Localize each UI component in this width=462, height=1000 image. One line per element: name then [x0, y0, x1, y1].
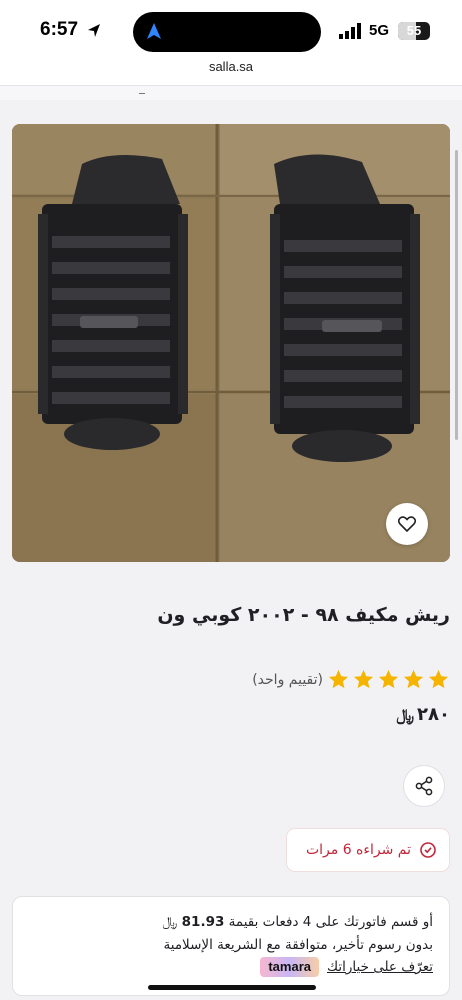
- status-time: 6:57: [40, 19, 79, 40]
- currency-symbol: ﷼: [396, 704, 415, 724]
- price-value: ٢٨٠: [417, 704, 450, 725]
- battery-indicator: 55: [398, 22, 430, 40]
- tamara-logo: tamara: [260, 957, 319, 977]
- learn-more-link[interactable]: تعرّف على خياراتك: [327, 959, 433, 975]
- star-icon: [403, 669, 424, 689]
- installments-learn-row: تعرّف على خياراتك tamara: [29, 957, 433, 977]
- heart-icon: [398, 516, 416, 532]
- star-icon: [353, 669, 374, 689]
- network-type: 5G: [369, 22, 390, 39]
- star-icon: [328, 669, 349, 689]
- share-icon: [415, 776, 433, 796]
- badge-icon: [420, 842, 436, 858]
- rating-count: (تقييم واحد): [252, 671, 323, 688]
- product-rating[interactable]: (تقييم واحد): [252, 668, 450, 691]
- battery-percent: 55: [406, 23, 422, 38]
- product-photo: [12, 124, 450, 562]
- installments-box: أو قسم فاتورتك على 4 دفعات بقيمة 81.93 ﷼…: [12, 896, 450, 996]
- share-button[interactable]: [403, 765, 445, 807]
- header-mark: [139, 93, 145, 96]
- installments-prefix: أو قسم فاتورتك على 4 دفعات بقيمة: [228, 914, 433, 930]
- home-indicator: [148, 985, 316, 990]
- installments-line-2: بدون رسوم تأخير، متوافقة مع الشريعة الإس…: [163, 937, 433, 953]
- url-bar[interactable]: salla.sa: [0, 56, 462, 86]
- installment-amount: 81.93: [181, 914, 225, 930]
- header-separator: [0, 86, 462, 100]
- product-image[interactable]: [12, 124, 450, 562]
- signal-icon: [339, 23, 361, 39]
- rating-stars: [327, 668, 450, 691]
- location-arrow-icon: [88, 24, 100, 37]
- sold-count-text: تم شراءه 6 مرات: [305, 842, 411, 858]
- sold-count-badge: تم شراءه 6 مرات: [287, 829, 449, 871]
- star-icon: [378, 669, 399, 689]
- url-text: salla.sa: [208, 59, 254, 74]
- favorite-button[interactable]: [386, 503, 428, 545]
- navigation-arrow-icon: [147, 23, 161, 39]
- product-price: ٢٨٠ ﷼: [396, 704, 450, 725]
- star-icon: [428, 669, 449, 689]
- status-bar: 6:57 5G 55: [0, 0, 462, 56]
- installments-line-1: أو قسم فاتورتك على 4 دفعات بقيمة 81.93 ﷼: [29, 911, 433, 934]
- scrollbar[interactable]: [455, 150, 458, 440]
- product-title: ريش مكيف ٩٨ - ٢٠٠٢ كوبي ون: [157, 604, 450, 626]
- installment-currency: ﷼: [162, 914, 178, 930]
